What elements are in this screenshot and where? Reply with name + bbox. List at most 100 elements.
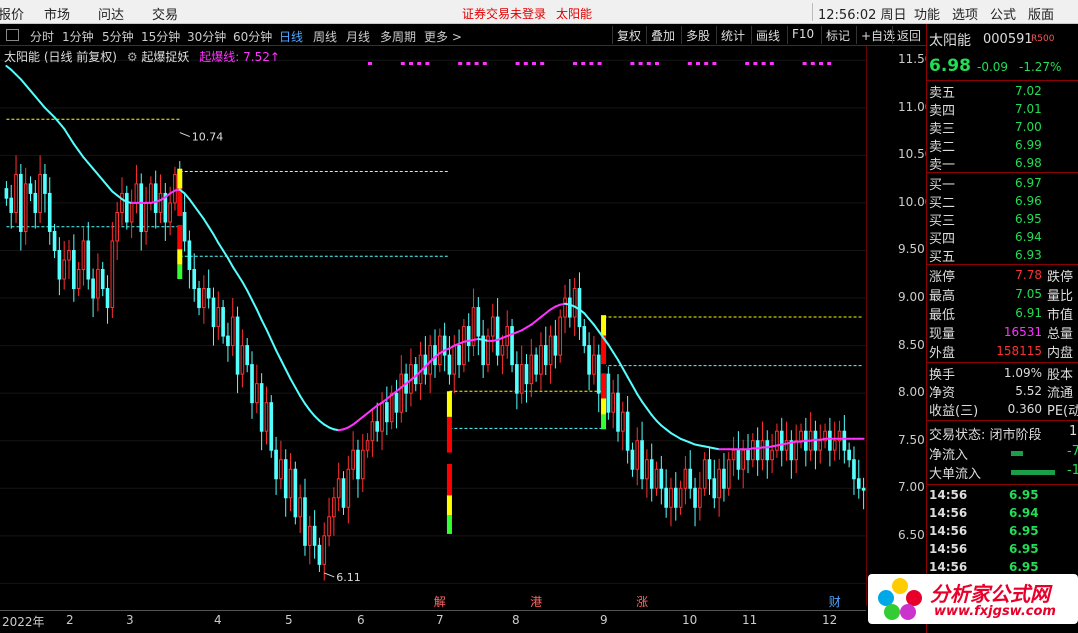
bid-price: 6.94: [1015, 230, 1042, 244]
candle-body: [596, 354, 601, 394]
tick-price: 6.95: [1009, 542, 1039, 556]
candle-body: [67, 249, 71, 261]
draw-line-button[interactable]: 画线: [751, 26, 784, 44]
x-tick-label: 7: [436, 613, 444, 627]
menu-item-trade[interactable]: 交易: [152, 4, 178, 23]
stats-button[interactable]: 统计: [716, 26, 749, 44]
signal-dot: [704, 62, 709, 65]
signal-dot: [810, 62, 815, 65]
login-warning[interactable]: 证券交易未登录: [462, 5, 546, 22]
flow-tail: -1: [1067, 463, 1078, 478]
signal-dot: [368, 62, 372, 65]
signal-dot: [482, 62, 487, 65]
ma-line-segment: [193, 204, 201, 214]
annotation-pointer: [179, 132, 190, 138]
candle-body: [153, 183, 158, 213]
ma-line-segment: [48, 111, 56, 119]
tab-1min[interactable]: 1分钟: [62, 28, 94, 45]
candle-body: [76, 269, 81, 290]
menu-item-function[interactable]: 功能: [914, 4, 940, 23]
adjust-button[interactable]: 复权: [612, 26, 645, 44]
signal-bar: [177, 224, 183, 250]
candle-body: [375, 421, 380, 432]
overlay-button[interactable]: 叠加: [646, 26, 679, 44]
back-button[interactable]: 返回: [892, 26, 925, 44]
menu-item-quote[interactable]: 报价: [0, 4, 24, 23]
tab-5min[interactable]: 5分钟: [102, 28, 134, 45]
top-menu-bar: 报价 市场 问达 交易 证券交易未登录 太阳能 12:56:02 周日 功能 选…: [0, 0, 1078, 24]
candle-body: [134, 183, 139, 204]
ma-line-segment: [217, 241, 225, 252]
menu-item-wenda[interactable]: 问达: [98, 4, 124, 23]
chart-title: 太阳能 (日线 前复权) ⚙ 起爆捉妖 起爆线: 7.52↑: [4, 48, 280, 65]
tick-price: 6.95: [1009, 488, 1039, 502]
tab-more[interactable]: 更多 >: [424, 28, 462, 45]
candle-body: [775, 430, 779, 451]
divider: [927, 172, 1078, 173]
ma-line-segment: [636, 393, 644, 403]
candle-body: [274, 449, 278, 480]
ma-line-segment: [198, 211, 205, 221]
bid-label: 买二: [929, 196, 956, 211]
indicator-name[interactable]: 起爆捉妖: [141, 50, 189, 64]
signal-dot: [802, 62, 807, 65]
ma-line-segment: [284, 368, 292, 380]
stat-label: 净资: [929, 386, 956, 401]
candle-body: [799, 430, 803, 442]
menu-item-layout[interactable]: 版面: [1028, 4, 1054, 23]
kline-chart[interactable]: 10.74 6.11 解 港 涨 财: [0, 46, 866, 610]
candle-body: [269, 402, 274, 451]
candle-body: [553, 335, 558, 356]
candle-body: [144, 202, 148, 232]
gear-icon[interactable]: ⚙: [127, 50, 138, 64]
candle-body: [360, 449, 365, 480]
tab-60min[interactable]: 60分钟: [233, 28, 272, 45]
candle-body: [317, 544, 322, 565]
candle-body: [693, 487, 697, 508]
candle-body: [52, 230, 57, 251]
ma-line-segment: [236, 273, 244, 283]
price-change-pct: -1.27%: [1019, 60, 1062, 74]
candle-body: [543, 345, 548, 366]
y-tick-label: 7.50: [898, 432, 925, 447]
signal-bar: [601, 414, 607, 430]
tab-weekly[interactable]: 周线: [313, 28, 337, 45]
candle-body: [259, 383, 264, 432]
candle-body: [120, 192, 124, 213]
candle-body: [62, 259, 67, 280]
candle-body: [43, 173, 47, 194]
signal-dot: [827, 62, 832, 65]
menu-item-options[interactable]: 选项: [952, 4, 978, 23]
ma-line-segment: [226, 257, 234, 268]
tab-intraday[interactable]: 分时: [30, 28, 54, 45]
layout-toggle-icon[interactable]: [6, 29, 19, 41]
tab-multi-period[interactable]: 多周期: [380, 28, 416, 45]
tab-15min[interactable]: 15分钟: [141, 28, 180, 45]
ma-line-segment: [592, 323, 600, 333]
candle-body: [293, 468, 298, 518]
ask-label: 卖一: [929, 158, 956, 173]
tab-daily[interactable]: 日线: [279, 28, 303, 45]
signal-dot: [745, 62, 750, 65]
f10-button[interactable]: F10: [787, 26, 818, 44]
tick-time: 14:56: [929, 542, 968, 556]
candle-body: [669, 487, 673, 508]
tab-30min[interactable]: 30分钟: [187, 28, 226, 45]
signal-dot: [655, 62, 659, 65]
tab-monthly[interactable]: 月线: [346, 28, 370, 45]
candle-body: [712, 478, 717, 499]
signal-dot: [466, 62, 471, 65]
candle-body: [457, 345, 461, 366]
candle-body: [640, 440, 644, 480]
menu-item-formula[interactable]: 公式: [990, 4, 1016, 23]
ma-line-segment: [251, 298, 258, 311]
multi-stock-button[interactable]: 多股: [681, 26, 714, 44]
signal-bar: [177, 264, 183, 280]
mark-button[interactable]: 标记: [821, 26, 854, 44]
candle-body: [216, 307, 221, 328]
menu-item-market[interactable]: 市场: [44, 4, 70, 23]
candle-body: [678, 487, 683, 508]
candle-body: [539, 345, 543, 375]
ma-line-segment: [15, 73, 22, 81]
stat-label-right: PE(动: [1047, 404, 1078, 419]
